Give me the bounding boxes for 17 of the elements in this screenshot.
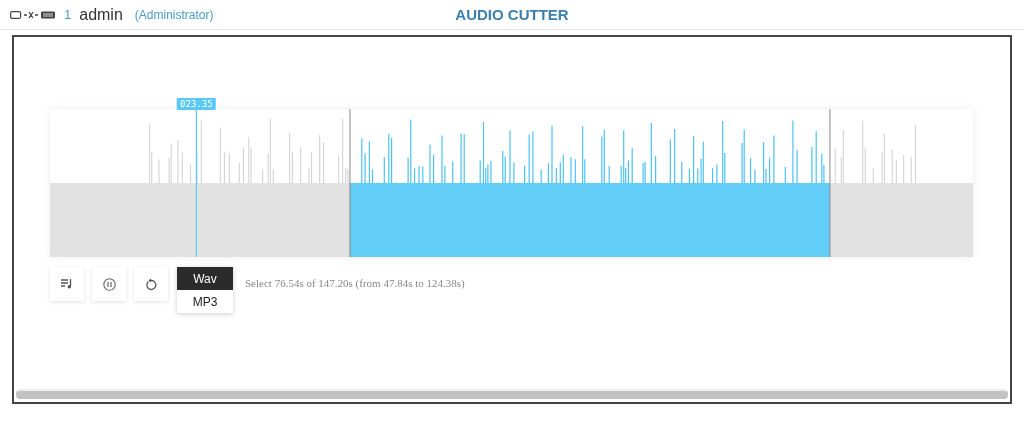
user-name: admin <box>79 5 123 24</box>
pause-button[interactable] <box>92 267 126 301</box>
user-role: (Administrator) <box>134 7 214 22</box>
selection-info: Select 76.54s of 147.20s (from 47.84s to 124.38s) <box>245 277 465 289</box>
playlist-button[interactable] <box>50 267 84 301</box>
replay-button[interactable] <box>134 267 168 301</box>
logo-icon <box>10 10 56 19</box>
app-title: AUDIO CUTTER <box>455 6 569 23</box>
scrollbar[interactable] <box>16 389 1008 399</box>
pause-icon <box>102 277 116 291</box>
replay-icon <box>145 277 157 291</box>
format-option[interactable]: Wav <box>177 267 233 290</box>
format-option[interactable]: MP3 <box>177 290 233 313</box>
waveform-drawing[interactable] <box>50 109 973 257</box>
playlist-icon <box>61 279 73 289</box>
playhead-time-label: 023.35 <box>177 98 216 110</box>
user-number: 1 <box>64 7 72 22</box>
